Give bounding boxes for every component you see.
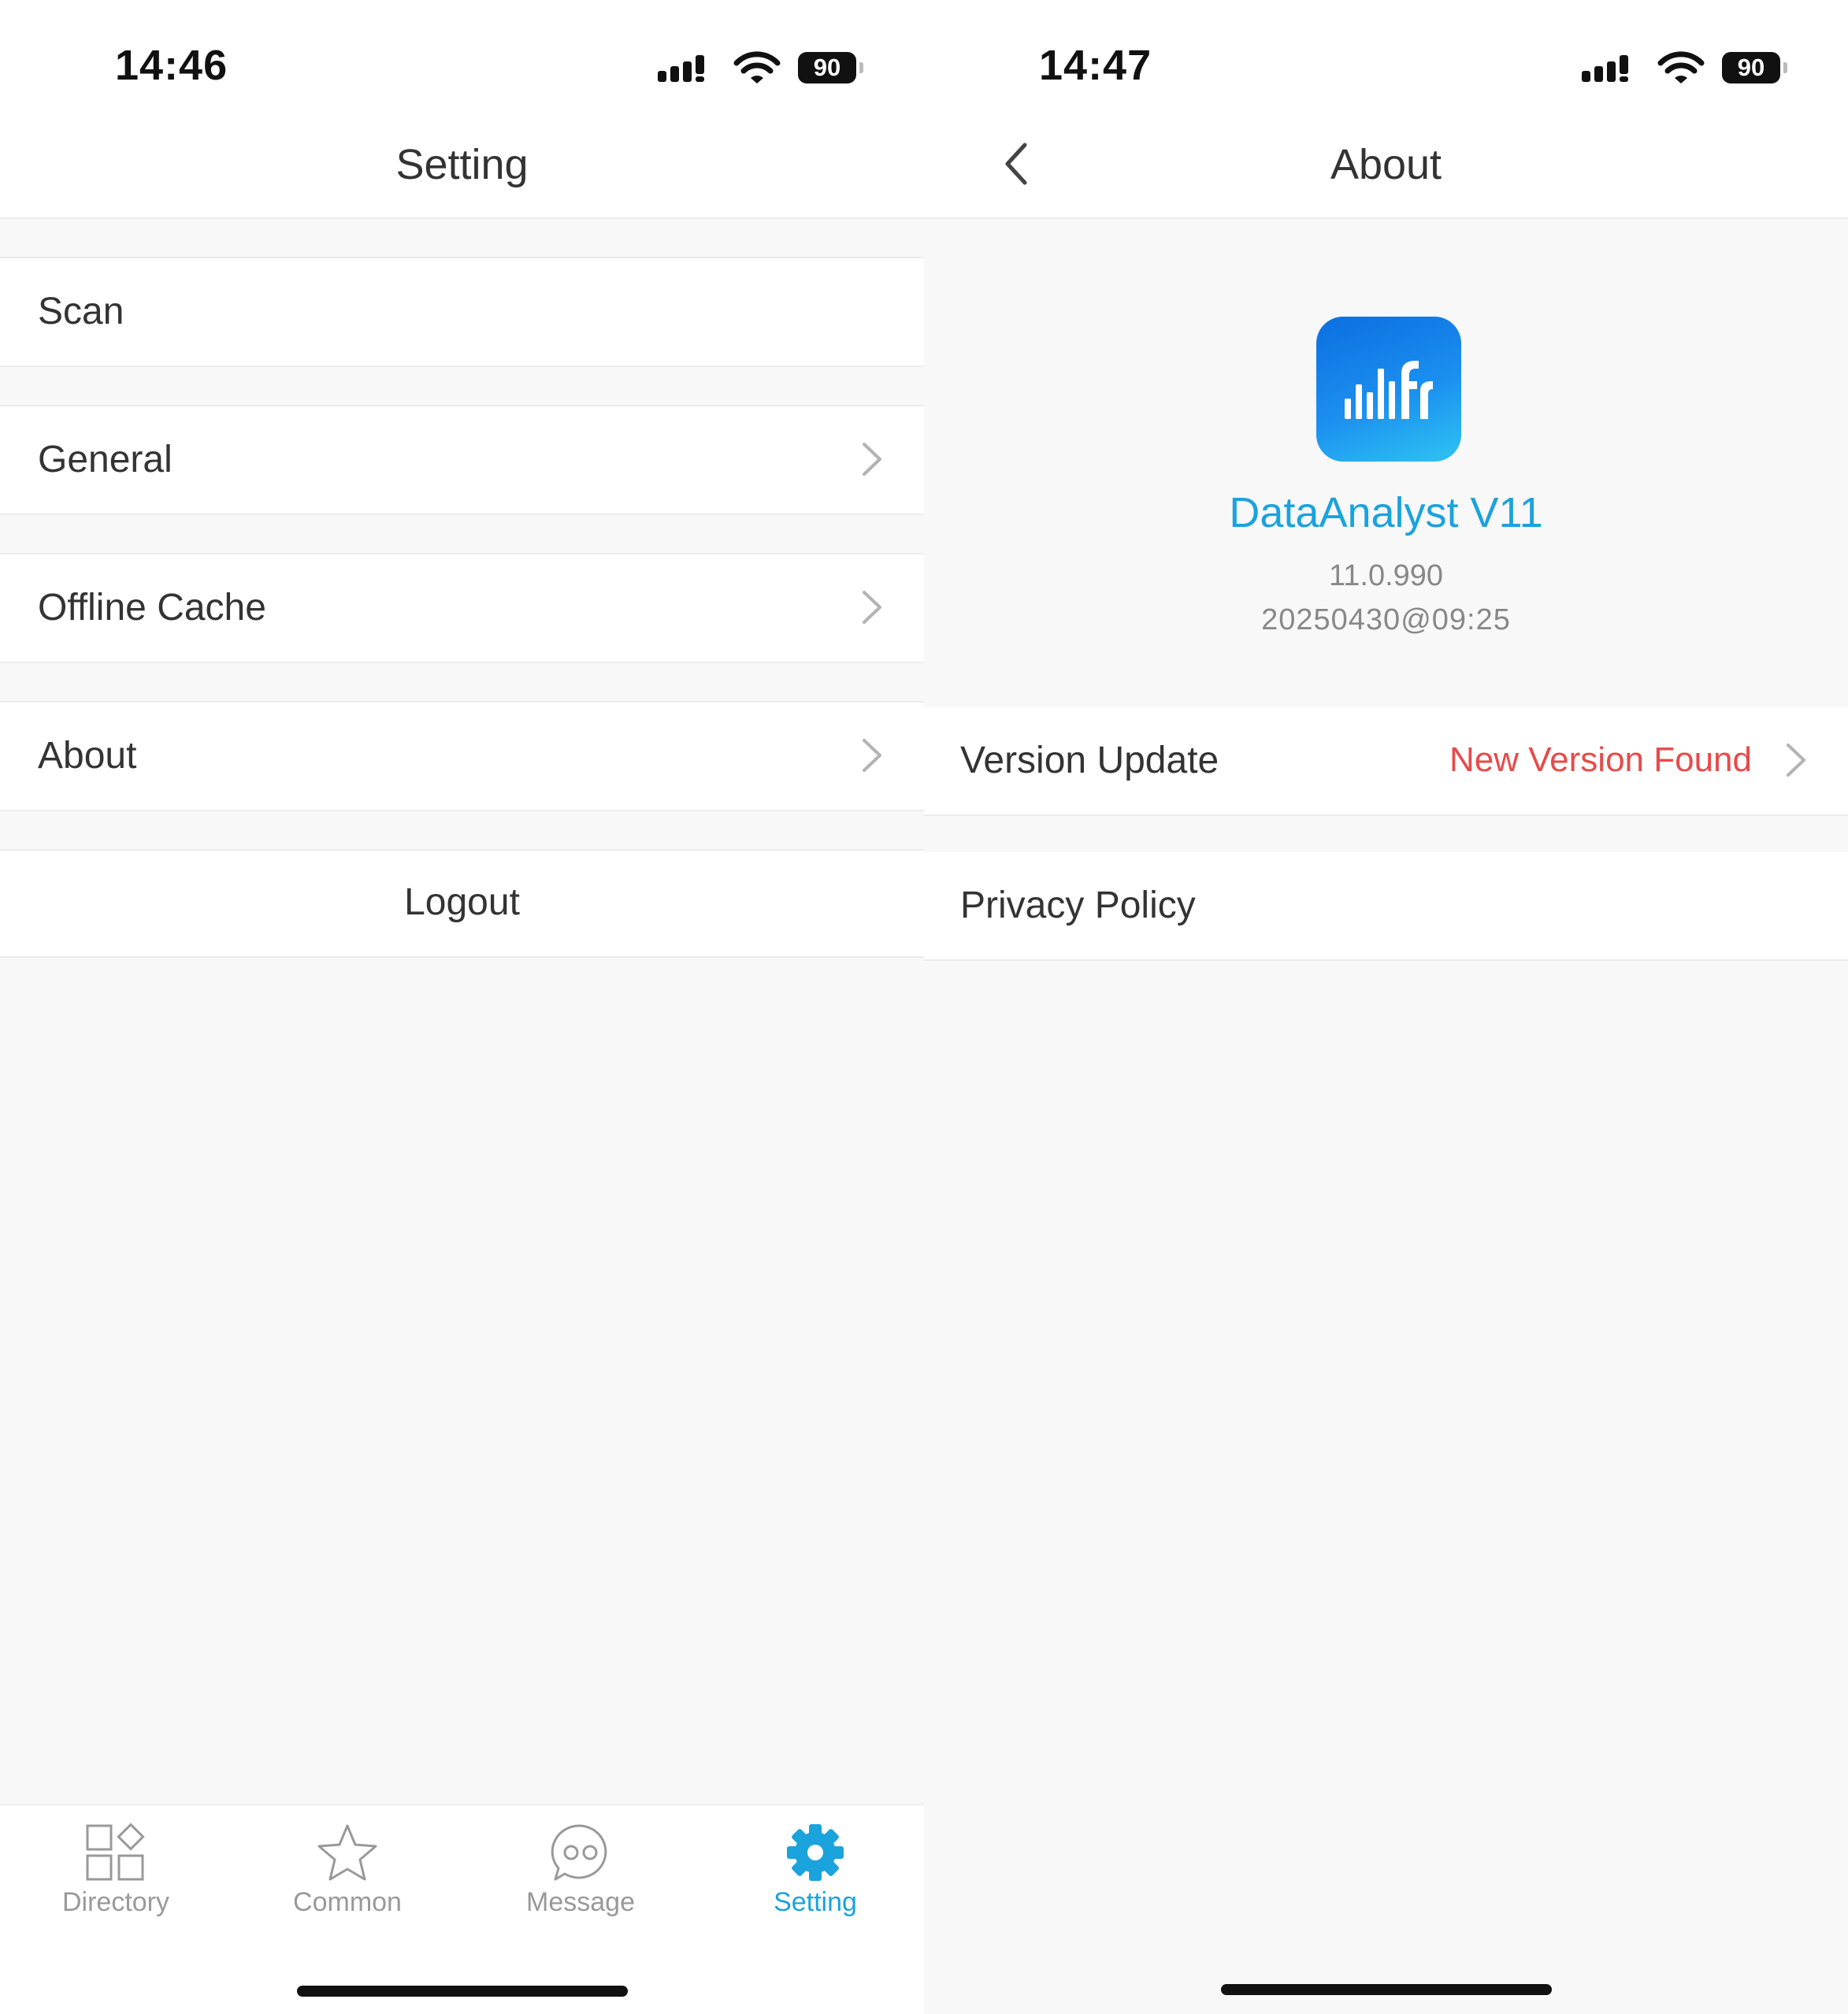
chevron-right-icon xyxy=(1787,744,1805,777)
row-label: Scan xyxy=(38,291,124,332)
app-name: DataAnalyst V11 xyxy=(1229,489,1543,536)
tab-message[interactable]: Message xyxy=(490,1823,671,1918)
app-version: 11.0.990 xyxy=(1328,559,1444,592)
row-label: About xyxy=(38,735,137,777)
logout-label: Logout xyxy=(404,881,520,923)
tab-label: Directory xyxy=(61,1887,170,1917)
setting-row-about[interactable]: About xyxy=(0,701,924,811)
message-icon xyxy=(551,1824,607,1881)
battery-icon: 90 xyxy=(1722,52,1787,83)
tab-label: Message xyxy=(526,1887,635,1917)
tab-common[interactable]: Common xyxy=(257,1823,438,1918)
battery-icon: 90 xyxy=(798,52,863,83)
row-label: General xyxy=(38,439,173,480)
chevron-right-icon xyxy=(863,443,881,476)
chevron-right-icon xyxy=(863,739,881,772)
status-bar: 14:47 90 xyxy=(924,0,1848,118)
tab-label: Common xyxy=(293,1887,402,1917)
row-label: Version Update xyxy=(960,740,1219,781)
app-logo-glyph-icon xyxy=(1345,361,1433,419)
home-indicator xyxy=(1220,1984,1552,1995)
setting-row-offline-cache[interactable]: Offline Cache xyxy=(0,553,924,663)
tab-bar: Directory Common Message Setting xyxy=(0,1804,924,2014)
setting-row-general[interactable]: General xyxy=(0,405,924,515)
directory-icon xyxy=(86,1823,145,1881)
signal-icon xyxy=(658,55,704,82)
setting-row-scan[interactable]: Scan xyxy=(0,257,924,367)
wifi-icon xyxy=(733,51,781,83)
status-bar: 14:46 90 xyxy=(0,0,924,118)
status-icons: 90 xyxy=(1582,50,1787,85)
signal-icon xyxy=(1582,55,1628,82)
setting-screen: 14:46 90 Setting Scan General Offline Ca… xyxy=(0,0,924,2014)
app-build: 20250430@09:25 xyxy=(1261,603,1511,636)
star-icon xyxy=(317,1824,377,1881)
status-time: 14:46 xyxy=(115,42,228,89)
nav-bar: Setting xyxy=(0,118,924,219)
logout-button[interactable]: Logout xyxy=(0,849,924,958)
privacy-policy-row[interactable]: Privacy Policy xyxy=(924,852,1848,961)
tab-directory[interactable]: Directory xyxy=(25,1823,206,1918)
version-update-row[interactable]: Version Update New Version Found xyxy=(924,707,1848,816)
home-indicator xyxy=(296,1986,628,1997)
nav-bar: About xyxy=(924,118,1848,219)
page-title: Setting xyxy=(395,141,529,188)
status-icons: 90 xyxy=(658,50,863,85)
gear-icon xyxy=(787,1824,844,1881)
battery-level: 90 xyxy=(813,54,841,81)
wifi-icon xyxy=(1657,51,1705,83)
tab-label: Setting xyxy=(774,1887,857,1917)
tab-setting[interactable]: Setting xyxy=(725,1823,906,1918)
page-title: About xyxy=(1330,141,1442,188)
update-status-text: New Version Found xyxy=(1449,740,1752,779)
row-label: Privacy Policy xyxy=(960,885,1196,926)
row-label: Offline Cache xyxy=(38,587,266,629)
app-logo xyxy=(1316,317,1461,462)
battery-level: 90 xyxy=(1737,54,1765,81)
about-screen: 14:47 90 About DataAnalyst V11 11.0.990 … xyxy=(924,0,1848,2014)
chevron-right-icon xyxy=(863,591,881,624)
status-time: 14:47 xyxy=(1039,42,1152,89)
